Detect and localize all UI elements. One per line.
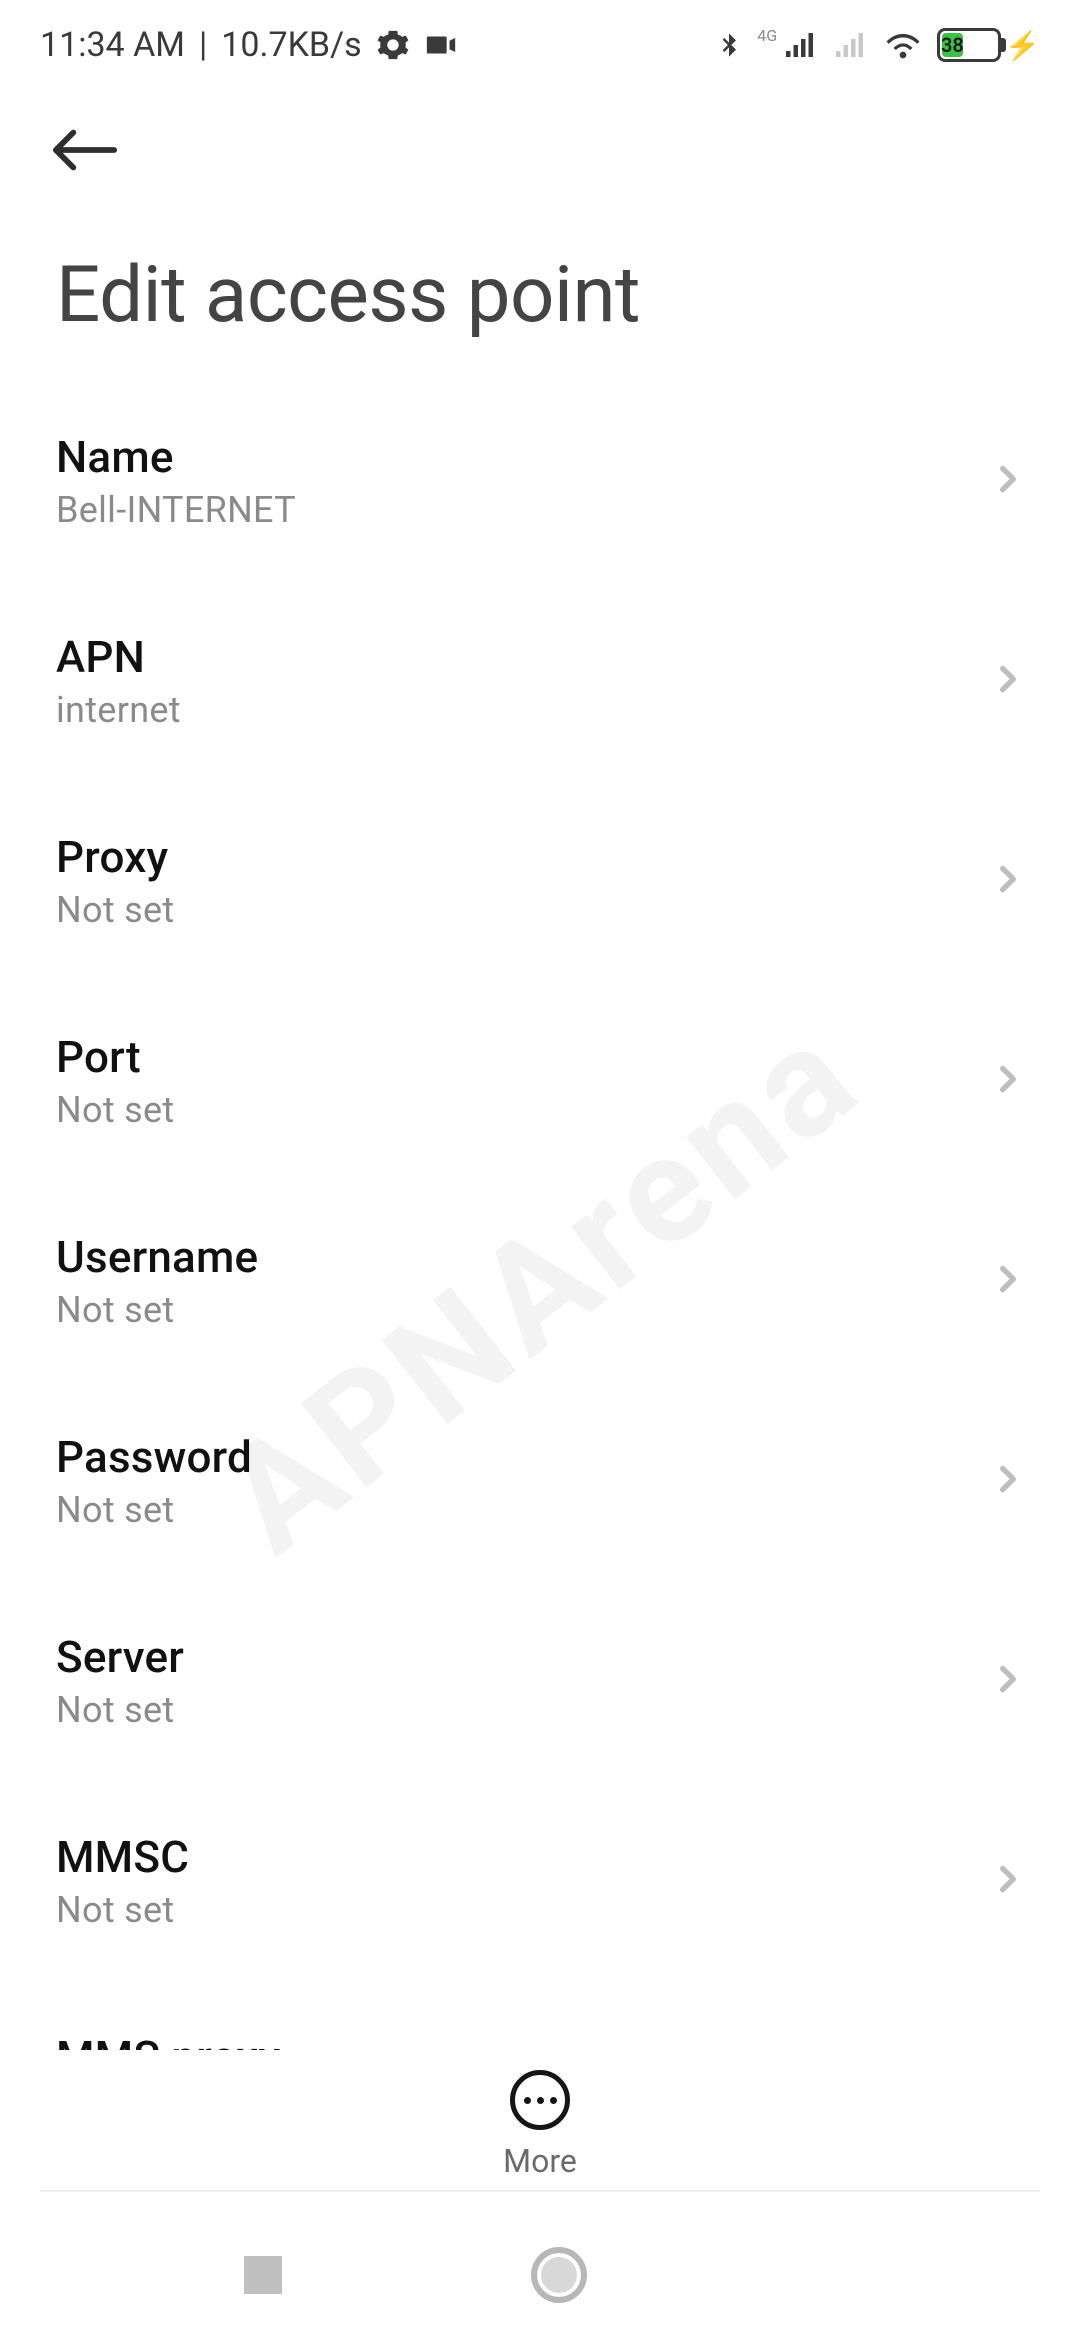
settings-row-label: Proxy (56, 831, 174, 883)
nav-recents-button[interactable] (244, 2256, 282, 2294)
status-time: 11:34 AM (40, 25, 185, 65)
status-bar: 11:34 AM | 10.7KB/s 4G 38 ⚡ (0, 0, 1080, 90)
settings-row-label: Username (56, 1231, 258, 1283)
settings-row-label: Server (56, 1631, 184, 1683)
chevron-right-icon (992, 863, 1024, 899)
chevron-right-icon (992, 463, 1024, 499)
settings-row[interactable]: MMSC Not set (0, 1781, 1080, 1981)
nav-home-button[interactable] (531, 2247, 587, 2303)
wifi-icon (883, 25, 923, 65)
bluetooth-icon (715, 31, 743, 59)
chevron-right-icon (992, 1663, 1024, 1699)
chevron-right-icon (992, 663, 1024, 699)
settings-row-value: Not set (56, 1889, 189, 1931)
settings-row[interactable]: APN internet (0, 581, 1080, 781)
chevron-right-icon (992, 1863, 1024, 1899)
battery-indicator: 38 ⚡ (937, 28, 1040, 62)
video-icon (424, 28, 458, 62)
back-arrow-icon (50, 126, 120, 174)
settings-row-label: Name (56, 431, 296, 483)
network-4g-label: 4G (757, 28, 777, 44)
settings-row[interactable]: Name Bell-INTERNET (0, 381, 1080, 581)
settings-row[interactable]: Server Not set (0, 1581, 1080, 1781)
more-button[interactable]: More (0, 2050, 1080, 2180)
chevron-right-icon (992, 1063, 1024, 1099)
settings-row[interactable]: Port Not set (0, 981, 1080, 1181)
battery-fill: 38 (942, 33, 963, 57)
settings-row-value: Not set (56, 1089, 174, 1131)
settings-row[interactable]: Proxy Not set (0, 781, 1080, 981)
page-title: Edit access point (0, 190, 1080, 381)
settings-row-label: MMSC (56, 1831, 189, 1883)
gear-icon (376, 28, 410, 62)
chevron-right-icon (992, 1263, 1024, 1299)
settings-row[interactable]: Username Not set (0, 1181, 1080, 1381)
settings-row-value: Not set (56, 889, 174, 931)
more-icon (510, 2070, 570, 2130)
settings-row-label: APN (56, 631, 181, 683)
settings-row-value: Bell-INTERNET (56, 489, 296, 531)
status-separator: | (199, 25, 207, 65)
settings-row-value: internet (56, 689, 181, 731)
back-button[interactable] (50, 110, 130, 190)
settings-row[interactable]: Password Not set (0, 1381, 1080, 1581)
settings-row-value: Not set (56, 1489, 252, 1531)
settings-row-label: Password (56, 1431, 252, 1483)
more-label: More (503, 2142, 577, 2180)
status-net-speed: 10.7KB/s (221, 25, 361, 65)
signal-sim1-icon (783, 27, 819, 63)
navigation-bar (0, 2210, 1080, 2340)
settings-row-value: Not set (56, 1289, 258, 1331)
settings-row-label: Port (56, 1031, 174, 1083)
charging-icon: ⚡ (1005, 29, 1040, 62)
settings-list: Name Bell-INTERNET APN internet Proxy Not set… (0, 381, 1080, 2210)
signal-sim2-icon (833, 27, 869, 63)
settings-row-value: Not set (56, 1689, 184, 1731)
chevron-right-icon (992, 1463, 1024, 1499)
